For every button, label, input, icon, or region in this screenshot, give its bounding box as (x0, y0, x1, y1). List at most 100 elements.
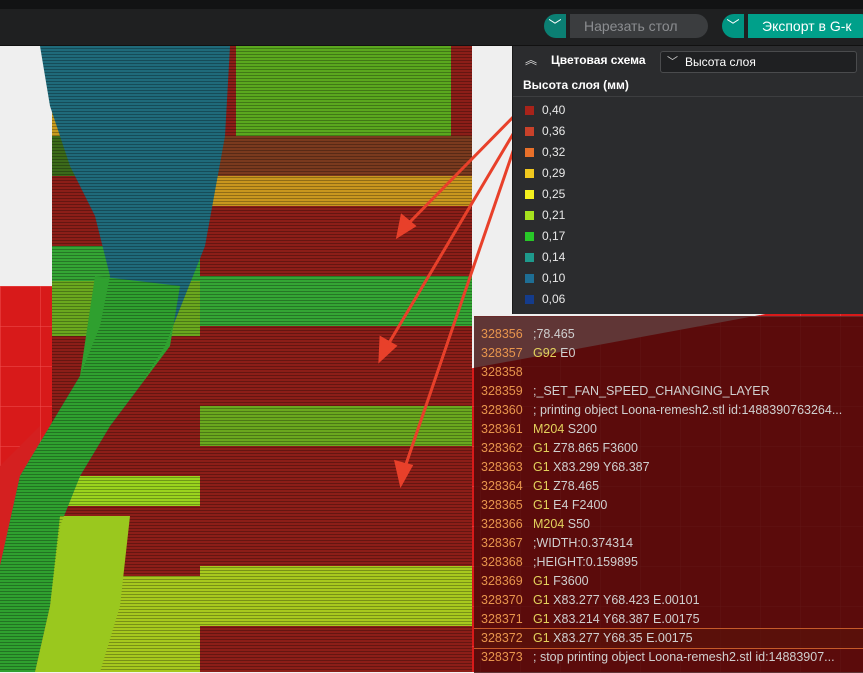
gcode-opcode: M204 (533, 517, 565, 531)
gcode-line[interactable]: 328362 G1 Z78.865 F3600 (474, 439, 863, 458)
gcode-command: G1 X83.277 Y68.423 E.00101 (533, 591, 700, 610)
gcode-opcode: M204 (533, 422, 565, 436)
gcode-command: M204 S50 (533, 515, 590, 534)
gcode-line-number: 328370 (481, 593, 523, 607)
gcode-command: G1 Z78.465 (533, 477, 599, 496)
gcode-opcode: G1 (533, 612, 550, 626)
gcode-args: Z78.465 (549, 479, 600, 493)
gcode-line[interactable]: 328367 ;WIDTH:0.374314 (474, 534, 863, 553)
gcode-args: Z78.865 F3600 (549, 441, 638, 455)
color-scheme-value: Высота слоя (685, 55, 756, 69)
gcode-command: G1 X83.299 Y68.387 (533, 458, 650, 477)
gcode-line-number: 328373 (481, 650, 523, 664)
gcode-args: X83.299 Y68.387 (549, 460, 650, 474)
gcode-line[interactable]: 328360 ; printing object Loona-remesh2.st… (474, 401, 863, 420)
gcode-opcode: G1 (533, 498, 550, 512)
legend-value: 0,29 (542, 166, 566, 180)
legend-value: 0,06 (542, 292, 566, 306)
legend-value: 0,36 (542, 124, 566, 138)
gcode-line[interactable]: 328370 G1 X83.277 Y68.423 E.00101 (474, 591, 863, 610)
legend-swatch (525, 295, 534, 304)
gcode-opcode: G1 (533, 460, 550, 474)
gcode-line-number: 328371 (481, 612, 523, 626)
legend-swatch (525, 274, 534, 283)
gcode-command: G1 E4 F2400 (533, 496, 607, 515)
gcode-line[interactable]: 328366 M204 S50 (474, 515, 863, 534)
gcode-line[interactable]: 328364 G1 Z78.465 (474, 477, 863, 496)
gcode-line-number: 328367 (481, 536, 523, 550)
legend-value: 0,14 (542, 250, 566, 264)
gcode-line[interactable]: 328357 G92 E0 (474, 344, 863, 363)
gcode-line-number: 328361 (481, 422, 523, 436)
legend-swatch (525, 148, 534, 157)
gcode-line-number: 328372 (481, 631, 523, 645)
gcode-args: ;HEIGHT:0.159895 (533, 555, 638, 569)
gcode-args: ;WIDTH:0.374314 (533, 536, 634, 550)
color-scheme-select[interactable]: ﹀ Высота слоя (660, 51, 857, 73)
legend-swatch (525, 127, 534, 136)
gcode-line[interactable]: 328369 G1 F3600 (474, 572, 863, 591)
gcode-line-number: 328364 (481, 479, 523, 493)
gcode-viewer[interactable]: 328356 ;78.465 328357 G92 E0 328358 328359 ;_S… (474, 316, 863, 673)
gcode-line-number: 328368 (481, 555, 523, 569)
gcode-command: ;WIDTH:0.374314 (533, 534, 633, 553)
legend-swatch (525, 169, 534, 178)
gcode-line-number: 328362 (481, 441, 523, 455)
gcode-args: X83.277 Y68.423 E.00101 (549, 593, 700, 607)
gcode-args: X83.214 Y68.387 E.00175 (549, 612, 700, 626)
gcode-line[interactable]: 328356 ;78.465 (474, 325, 863, 344)
legend-swatch (525, 211, 534, 220)
legend-header: ︽ Цветовая схема ﹀ Высота слоя (513, 46, 863, 76)
gcode-line[interactable]: 328373 ; stop printing object Loona-remes… (474, 648, 863, 667)
gcode-opcode: G1 (533, 441, 550, 455)
chevron-down-icon: ﹀ (667, 56, 678, 68)
gcode-line[interactable]: 328363 G1 X83.299 Y68.387 (474, 458, 863, 477)
gcode-args: E0 (556, 346, 576, 360)
gcode-command: ; stop printing object Loona-remesh2.stl… (533, 648, 835, 667)
gcode-line[interactable]: 328359 ;_SET_FAN_SPEED_CHANGING_LAYER (474, 382, 863, 401)
gcode-command: M204 S200 (533, 420, 597, 439)
gcode-line-number: 328366 (481, 517, 523, 531)
gcode-line-number: 328358 (481, 365, 523, 379)
color-scheme-legend: ︽ Цветовая схема ﹀ Высота слоя Высота сл… (512, 46, 863, 314)
gcode-opcode: G1 (533, 479, 550, 493)
right-column (200, 46, 472, 672)
color-scheme-label: Цветовая схема (551, 53, 646, 67)
gcode-args: ;78.465 (533, 327, 575, 341)
gcode-line[interactable]: 328371 G1 X83.214 Y68.387 E.00175 (474, 610, 863, 629)
gcode-command: G1 X83.214 Y68.387 E.00175 (533, 610, 700, 629)
gcode-line-number: 328365 (481, 498, 523, 512)
gcode-line-number: 328363 (481, 460, 523, 474)
gcode-args: X83.277 Y68.35 E.00175 (549, 631, 693, 645)
gcode-args: S50 (564, 517, 590, 531)
legend-value: 0,10 (542, 271, 566, 285)
gcode-command: G92 E0 (533, 344, 575, 363)
gcode-line[interactable]: 328365 G1 E4 F2400 (474, 496, 863, 515)
collapse-icon[interactable]: ︽ (525, 51, 537, 68)
gcode-line[interactable]: 328372 G1 X83.277 Y68.35 E.00175 (474, 628, 863, 649)
gcode-args: ; printing object Loona-remesh2.stl id:1… (533, 403, 843, 417)
legend-value: 0,17 (542, 229, 566, 243)
title-strip (0, 0, 863, 9)
gcode-command: ;_SET_FAN_SPEED_CHANGING_LAYER (533, 382, 770, 401)
gcode-command: ;78.465 (533, 325, 575, 344)
export-options-dropdown[interactable]: ﹀ (722, 14, 744, 38)
export-gcode-button[interactable]: Экспорт в G-к (748, 14, 863, 38)
gcode-opcode: G1 (533, 574, 550, 588)
gcode-line-number: 328360 (481, 403, 523, 417)
slice-options-dropdown[interactable]: ﹀ (544, 14, 566, 38)
gcode-line-number: 328357 (481, 346, 523, 360)
gcode-command: G1 X83.277 Y68.35 E.00175 (533, 629, 693, 648)
legend-title: Высота слоя (мм) (523, 78, 629, 92)
gcode-opcode: G1 (533, 631, 550, 645)
slice-plate-button[interactable]: Нарезать стол (570, 14, 708, 38)
gcode-line-number: 328369 (481, 574, 523, 588)
legend-swatch (525, 232, 534, 241)
gcode-line-number: 328356 (481, 327, 523, 341)
legend-swatch (525, 190, 534, 199)
gcode-opcode: G92 (533, 346, 557, 360)
gcode-command: ; printing object Loona-remesh2.stl id:1… (533, 401, 842, 420)
gcode-line[interactable]: 328368 ;HEIGHT:0.159895 (474, 553, 863, 572)
gcode-line[interactable]: 328361 M204 S200 (474, 420, 863, 439)
gcode-line[interactable]: 328358 (474, 363, 863, 382)
